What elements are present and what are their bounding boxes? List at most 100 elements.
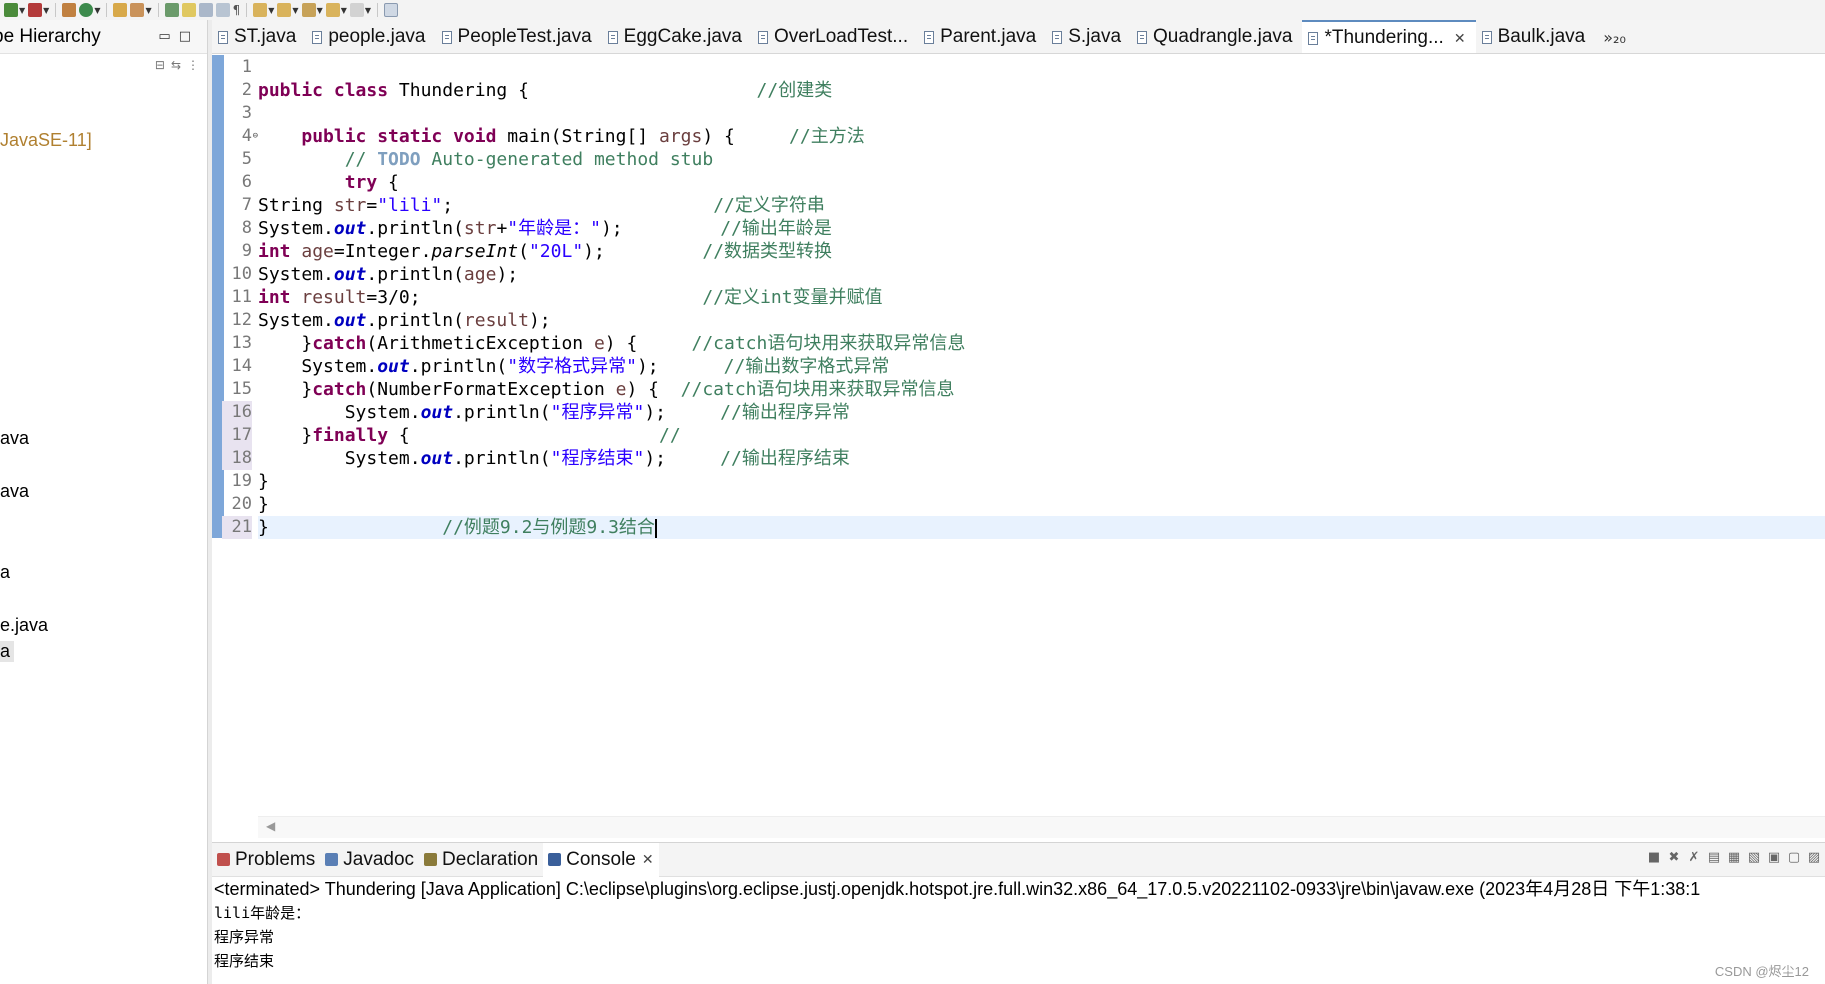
editor-tab[interactable]: people.java bbox=[306, 20, 435, 53]
editor-tab[interactable]: *Thundering... ✕ bbox=[1302, 20, 1476, 53]
back-button[interactable]: ▼ bbox=[325, 2, 347, 18]
editor-tab[interactable]: Baulk.java bbox=[1476, 20, 1596, 53]
scroll-left-icon[interactable]: ◀ bbox=[266, 819, 275, 833]
remove-all-terminated-icon[interactable]: ✗ bbox=[1687, 851, 1701, 865]
run-button[interactable]: ▼ bbox=[28, 2, 49, 18]
code-line[interactable]: try { bbox=[258, 171, 399, 194]
maximize-icon[interactable]: □ bbox=[179, 29, 199, 44]
code-token: } bbox=[258, 494, 269, 515]
code-line[interactable]: // TODO Auto-generated method stub bbox=[258, 148, 713, 171]
type-hierarchy-title[interactable]: pe Hierarchy bbox=[0, 26, 101, 48]
code-line[interactable]: }catch(ArithmeticException e) { //catch语… bbox=[258, 332, 965, 355]
console-output-line: 程序异常 bbox=[214, 928, 275, 946]
tree-item-jre[interactable]: JavaSE-11] bbox=[0, 130, 92, 151]
clear-console-icon[interactable]: ▤ bbox=[1707, 851, 1721, 865]
line-number-gutter: 1 2 3 4 ⊖ 5 6 7 8 9 10 11 12 13 14 15 16 17 18 19 20 21 bbox=[222, 54, 258, 840]
code-token: "年龄是：" bbox=[507, 218, 601, 239]
word-wrap-icon bbox=[215, 3, 230, 17]
horizontal-scrollbar[interactable]: ◀ bbox=[258, 816, 1825, 838]
code-token: TODO bbox=[377, 149, 421, 170]
editor-tab[interactable]: Parent.java bbox=[918, 20, 1046, 53]
word-wrap-button[interactable] bbox=[215, 2, 230, 18]
code-token: System. bbox=[258, 402, 421, 423]
code-line[interactable]: System.out.println("程序结束"); //输出程序结束 bbox=[258, 447, 850, 470]
code-line[interactable]: System.out.println(str+"年龄是："); //输出年龄是 bbox=[258, 217, 832, 240]
tree-item-selected[interactable]: a bbox=[0, 641, 14, 662]
open-type-button[interactable] bbox=[113, 2, 128, 18]
bottom-tab[interactable]: Declaration bbox=[419, 843, 543, 877]
new-package-button[interactable] bbox=[62, 2, 77, 18]
code-token: int bbox=[258, 287, 291, 308]
run-debug-button[interactable]: ▼ bbox=[4, 2, 25, 18]
pin-console-icon[interactable]: ▣ bbox=[1767, 851, 1781, 865]
editor-tab[interactable]: S.java bbox=[1046, 20, 1131, 53]
tree-item[interactable]: ava bbox=[0, 428, 29, 449]
forward-button[interactable]: ▼ bbox=[349, 2, 371, 18]
code-line[interactable]: }catch(NumberFormatException e) { //catc… bbox=[258, 378, 954, 401]
problems-icon bbox=[217, 853, 230, 866]
code-token: //catch语句块用来获取异常信息 bbox=[691, 333, 966, 354]
code-token: catch bbox=[312, 379, 367, 400]
editor-tab[interactable]: OverLoadTest... bbox=[752, 20, 918, 53]
code-line[interactable]: System.out.println("数字格式异常"); //输出数字格式异常 bbox=[258, 355, 889, 378]
word-wrap-icon[interactable]: ▧ bbox=[1747, 851, 1761, 865]
code-line[interactable]: public class Thundering { //创建类 bbox=[258, 79, 832, 102]
minimize-icon[interactable]: ▭ bbox=[158, 29, 178, 44]
code-line[interactable]: } bbox=[258, 493, 269, 516]
block-select-button[interactable] bbox=[198, 2, 213, 18]
close-tab-icon[interactable]: ✕ bbox=[642, 851, 654, 868]
code-token: System. bbox=[258, 448, 421, 469]
line-number: 6 bbox=[222, 171, 252, 194]
code-line[interactable]: System.out.println(result); bbox=[258, 309, 551, 332]
editor-tab[interactable]: ST.java bbox=[212, 20, 306, 53]
terminate-icon[interactable]: ■ bbox=[1647, 851, 1661, 865]
last-edit-button[interactable]: ▼ bbox=[301, 2, 323, 18]
bottom-tab[interactable]: Console ✕ bbox=[543, 842, 659, 877]
scroll-lock-icon[interactable]: ▦ bbox=[1727, 851, 1741, 865]
mark-icon bbox=[164, 3, 179, 17]
tree-item[interactable]: ava bbox=[0, 481, 29, 502]
collapse-all-icon[interactable]: ⊟ bbox=[155, 58, 165, 72]
bottom-tab[interactable]: Problems bbox=[212, 843, 320, 877]
toggle-highlight-button[interactable] bbox=[181, 2, 196, 18]
next-annotation-button[interactable]: ▼ bbox=[253, 2, 274, 18]
code-token: } bbox=[258, 425, 313, 446]
code-line[interactable]: } bbox=[258, 470, 269, 493]
editor-tab[interactable]: PeopleTest.java bbox=[436, 20, 602, 53]
watermark: CSDN @烬尘12 bbox=[1714, 964, 1809, 979]
more-tabs-button[interactable]: »₂₀ bbox=[1595, 20, 1634, 53]
java-file-icon bbox=[757, 30, 768, 44]
toggle-mark-button[interactable] bbox=[164, 2, 179, 18]
code-line[interactable]: } //例题9.2与例题9.3结合 bbox=[258, 516, 1825, 539]
open-console-icon[interactable]: ▨ bbox=[1807, 851, 1821, 865]
code-token: "数字格式异常" bbox=[507, 356, 637, 377]
new-class-button[interactable]: ▼ bbox=[79, 2, 100, 18]
code-token: "lili" bbox=[377, 195, 443, 216]
display-console-icon[interactable]: ▢ bbox=[1787, 851, 1801, 865]
bottom-tab[interactable]: Javadoc bbox=[320, 843, 419, 877]
view-menu-icon[interactable]: ⋮ bbox=[187, 58, 199, 72]
code-area[interactable]: public class Thundering { //创建类 public s… bbox=[258, 54, 1825, 840]
code-line[interactable]: String str="lili"; //定义字符串 bbox=[258, 194, 825, 217]
bottom-tab-bar: Problems Javadoc Declaration Console ✕ ■ ✖ ✗… bbox=[212, 842, 1825, 877]
close-tab-icon[interactable]: ✕ bbox=[1454, 30, 1466, 47]
code-line[interactable]: public static void main(String[] args) {… bbox=[258, 125, 864, 148]
search-button[interactable]: ▼ bbox=[130, 2, 152, 18]
remove-launch-icon[interactable]: ✖ bbox=[1667, 851, 1681, 865]
code-line[interactable]: }finally { // bbox=[258, 424, 680, 447]
line-number: 19 bbox=[222, 470, 252, 493]
code-line[interactable]: System.out.println("程序异常"); //输出程序异常 bbox=[258, 401, 850, 424]
previous-annotation-button[interactable]: ▼ bbox=[277, 2, 299, 18]
code-line[interactable]: System.out.println(age); bbox=[258, 263, 518, 286]
show-whitespace-button[interactable]: ¶ bbox=[233, 2, 241, 18]
tree-item[interactable]: e.java bbox=[0, 615, 48, 636]
code-editor[interactable]: 1 2 3 4 ⊖ 5 6 7 8 9 10 11 12 13 14 15 16 17 18 19 20 21 publi… bbox=[212, 54, 1825, 840]
tree-item[interactable]: a bbox=[0, 562, 10, 583]
code-line[interactable]: int age=Integer.parseInt("20L"); //数据类型转… bbox=[258, 240, 832, 263]
console-output[interactable]: lili年龄是： 程序异常 程序结束 bbox=[212, 901, 1825, 973]
editor-tab[interactable]: Quadrangle.java bbox=[1131, 20, 1302, 53]
link-with-editor-icon[interactable]: ⇆ bbox=[171, 58, 181, 72]
code-line[interactable]: int result=3/0; //定义int变量并赋值 bbox=[258, 286, 883, 309]
editor-tab[interactable]: EggCake.java bbox=[602, 20, 752, 53]
open-perspective-button[interactable] bbox=[384, 2, 399, 18]
